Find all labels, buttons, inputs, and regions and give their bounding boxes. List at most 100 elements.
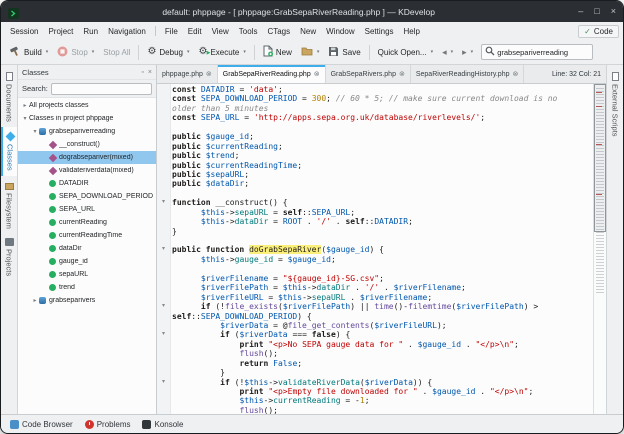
statusbar-problems[interactable]: Problems: [80, 418, 136, 431]
class-tree-item[interactable]: __construct(): [18, 138, 156, 151]
code-line[interactable]: ▾public function doGrabSepaRiver($gauge_…: [157, 245, 593, 254]
debug-button[interactable]: ⚙ Debug ▾: [143, 45, 193, 59]
close-tab-icon[interactable]: ⊗: [513, 70, 519, 78]
class-tree-item[interactable]: validateriverdata(mixed): [18, 164, 156, 177]
fold-marker-icon[interactable]: ▾: [157, 302, 170, 311]
menu-tools[interactable]: Tools: [234, 25, 263, 38]
code-line[interactable]: $riverData = @file_get_contents($riverFi…: [157, 321, 593, 330]
close-tab-icon[interactable]: ⊗: [206, 70, 212, 78]
code-line[interactable]: ▾ if (!file_exists($riverFilePath) || ti…: [157, 302, 593, 311]
menu-edit[interactable]: Edit: [183, 25, 207, 38]
code-menu-button[interactable]: ✓ Code: [578, 25, 619, 38]
close-button-icon[interactable]: ×: [611, 6, 616, 17]
code-line[interactable]: self::SEPA_DOWNLOAD_PERIOD) {: [157, 312, 593, 321]
class-tree-item[interactable]: gauge_id: [18, 255, 156, 268]
expander-icon[interactable]: ▸: [21, 102, 29, 109]
titlebar[interactable]: default: phppage - [ phppage:GrabSepaRiv…: [1, 1, 623, 22]
dock-tab-filesystem[interactable]: Filesystem: [1, 176, 17, 234]
expander-icon[interactable]: ▾: [31, 128, 39, 135]
menu-run[interactable]: Run: [78, 25, 103, 38]
code-line[interactable]: $this->gauge_id = $gauge_id;: [157, 255, 593, 264]
class-tree-item[interactable]: DATADIR: [18, 177, 156, 190]
menu-project[interactable]: Project: [43, 25, 78, 38]
statusbar-code-browser[interactable]: Code Browser: [5, 418, 78, 431]
code-line[interactable]: }: [157, 368, 593, 377]
close-tab-icon[interactable]: ⊗: [314, 70, 320, 78]
fold-marker-icon[interactable]: ▾: [157, 378, 170, 387]
class-tree-item[interactable]: currentReading: [18, 216, 156, 229]
navigate-back-button[interactable]: ◂ ▾: [438, 45, 457, 60]
code-line[interactable]: ▾ if (!$this->validateRiverData($riverDa…: [157, 378, 593, 387]
code-line[interactable]: $riverFilename = "${gauge_id}-SG.csv";: [157, 274, 593, 283]
code-line[interactable]: public $currentReading;: [157, 142, 593, 151]
menu-view[interactable]: View: [207, 25, 234, 38]
class-tree-item[interactable]: ▸All projects classes: [18, 99, 156, 112]
code-line[interactable]: public $trend;: [157, 151, 593, 160]
minimize-button-icon[interactable]: –: [578, 6, 583, 17]
navigate-forward-button[interactable]: ▸ ▾: [458, 45, 477, 60]
expander-icon[interactable]: ▸: [31, 297, 39, 304]
code-line[interactable]: public $sepaURL;: [157, 170, 593, 179]
code-line[interactable]: ▾ if ($riverData === false) {: [157, 330, 593, 339]
fold-marker-icon[interactable]: ▾: [157, 245, 170, 254]
search-input[interactable]: [497, 48, 589, 57]
fold-marker-icon[interactable]: ▾: [157, 330, 170, 339]
open-button[interactable]: ▾: [297, 44, 324, 60]
menu-settings[interactable]: Settings: [360, 25, 399, 38]
dock-tab-projects[interactable]: Projects: [1, 233, 17, 281]
class-tree-item[interactable]: SEPA_URL: [18, 203, 156, 216]
code-line[interactable]: [157, 264, 593, 273]
code-line[interactable]: print "<p>No SEPA gauge data for " . $ga…: [157, 340, 593, 349]
dock-tab-external-scripts[interactable]: External Scripts: [607, 67, 623, 142]
menu-file[interactable]: File: [160, 25, 183, 38]
code-line[interactable]: public $currentReadingTime;: [157, 161, 593, 170]
code-line[interactable]: older than 5 minutes: [157, 104, 593, 113]
code-line[interactable]: const SEPA_URL = 'http://apps.sepa.org.u…: [157, 113, 593, 122]
save-button[interactable]: Save: [324, 44, 364, 61]
maximize-button-icon[interactable]: □: [594, 6, 599, 17]
menu-window[interactable]: Window: [321, 25, 359, 38]
code-line[interactable]: print "<p>Empty file downloaded for " . …: [157, 387, 593, 396]
class-tree-item[interactable]: dograbsepariver(mixed): [18, 151, 156, 164]
menu-new[interactable]: New: [295, 25, 321, 38]
class-tree-item[interactable]: ▾Classes in project phppage: [18, 112, 156, 125]
minimap-scrollbar[interactable]: [593, 84, 606, 414]
code-line[interactable]: flush();: [157, 406, 593, 414]
code-line[interactable]: [157, 123, 593, 132]
expander-icon[interactable]: ▾: [21, 115, 29, 122]
stop-button[interactable]: Stop ▾: [53, 44, 98, 61]
code-line[interactable]: [157, 189, 593, 198]
close-panel-icon[interactable]: ×: [148, 69, 152, 76]
code-line[interactable]: $this->dataDir = ROOT . '/' . self::DATA…: [157, 217, 593, 226]
class-tree-item[interactable]: dataDir: [18, 242, 156, 255]
code-line[interactable]: const DATADIR = 'data';: [157, 85, 593, 94]
class-tree-item[interactable]: SEPA_DOWNLOAD_PERIOD: [18, 190, 156, 203]
code-line[interactable]: const SEPA_DOWNLOAD_PERIOD = 300; // 60 …: [157, 94, 593, 103]
menu-session[interactable]: Session: [5, 25, 43, 38]
code-editor[interactable]: const DATADIR = 'data';const SEPA_DOWNLO…: [157, 84, 606, 414]
menu-ctags[interactable]: CTags: [262, 25, 295, 38]
execute-button[interactable]: ⚙▶ Execute ▾: [195, 45, 250, 59]
new-button[interactable]: New: [259, 43, 296, 61]
code-line[interactable]: public $dataDir;: [157, 179, 593, 188]
menu-help[interactable]: Help: [399, 25, 425, 38]
quick-open-button[interactable]: Quick Open... ▾: [374, 46, 437, 59]
class-search-input[interactable]: [51, 83, 152, 95]
code-line[interactable]: public $gauge_id;: [157, 132, 593, 141]
code-line[interactable]: $riverFilePath = $this->dataDir . '/' . …: [157, 283, 593, 292]
code-line[interactable]: flush();: [157, 349, 593, 358]
fold-marker-icon[interactable]: ▾: [157, 198, 170, 207]
code-line[interactable]: ▾function __construct() {: [157, 198, 593, 207]
code-line[interactable]: $riverFileURL = $this->sepaURL . $riverF…: [157, 293, 593, 302]
code-line[interactable]: return False;: [157, 359, 593, 368]
dock-tab-documents[interactable]: Documents: [1, 67, 17, 127]
dock-tab-classes[interactable]: Classes: [1, 127, 17, 176]
editor-tab-separiverreadinghistory-php[interactable]: SepaRiverReadingHistory.php⊗: [411, 65, 525, 83]
minimap-viewport[interactable]: [594, 84, 606, 232]
class-tree-item[interactable]: ▸grabseparivers: [18, 294, 156, 307]
editor-tab-grabseparivers-php[interactable]: GrabSepaRivers.php⊗: [326, 65, 411, 83]
statusbar-konsole[interactable]: Konsole: [137, 418, 188, 431]
editor-tab-phppage-php[interactable]: phppage.php⊗: [157, 65, 218, 83]
class-tree-item[interactable]: sepaURL: [18, 268, 156, 281]
build-button[interactable]: Build ▾: [5, 43, 52, 61]
